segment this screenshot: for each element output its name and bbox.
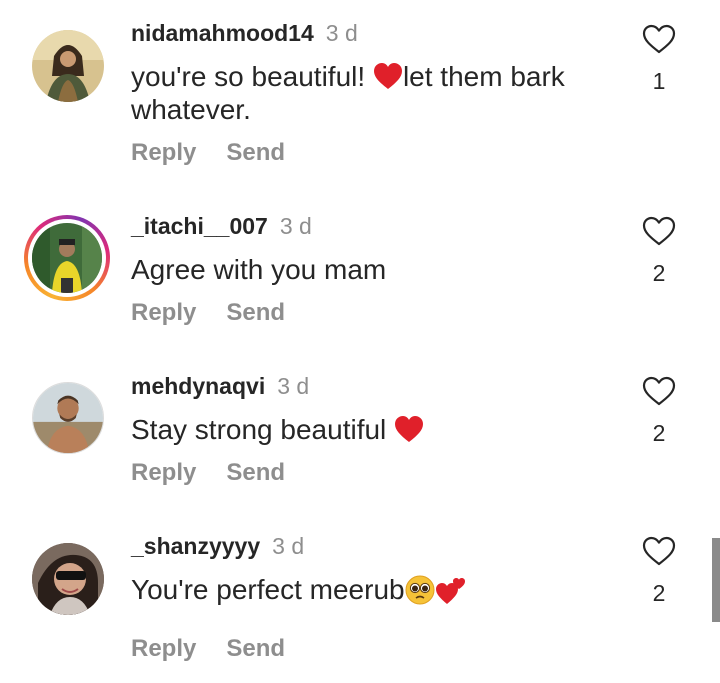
- scrollbar[interactable]: [712, 538, 720, 622]
- heart-outline-icon[interactable]: [642, 216, 676, 246]
- like-count: 2: [652, 420, 666, 446]
- comment-actions: Reply Send: [131, 459, 285, 487]
- heart-outline-icon[interactable]: [642, 536, 676, 566]
- avatar-photo: [33, 383, 103, 453]
- timestamp: 3 d: [279, 213, 312, 239]
- timestamp: 3 d: [325, 20, 358, 46]
- like-count: 2: [652, 580, 666, 606]
- avatar[interactable]: [32, 30, 104, 102]
- username[interactable]: mehdynaqvi: [131, 373, 265, 399]
- red-heart-emoji-icon: [395, 416, 424, 442]
- timestamp: 3 d: [272, 533, 305, 559]
- comment-actions: Reply Send: [131, 139, 285, 167]
- avatar[interactable]: [32, 382, 104, 454]
- username[interactable]: nidamahmood14: [131, 20, 314, 46]
- send-button[interactable]: Send: [226, 299, 285, 326]
- reply-button[interactable]: Reply: [131, 139, 196, 166]
- avatar-photo: [32, 543, 104, 615]
- avatar-photo: [32, 30, 104, 102]
- pleading-face-emoji-icon: [405, 575, 435, 605]
- reply-button[interactable]: Reply: [131, 299, 196, 326]
- comment-text: you're so beautiful! let them bark whate…: [131, 61, 565, 125]
- comment-text: Stay strong beautiful: [131, 413, 601, 446]
- like-count: 1: [652, 68, 666, 94]
- heart-outline-icon[interactable]: [642, 24, 676, 54]
- avatar-photo: [32, 223, 102, 293]
- like-count: 2: [652, 260, 666, 286]
- avatar[interactable]: [32, 543, 104, 615]
- red-heart-emoji-icon: [373, 63, 402, 89]
- reply-button[interactable]: Reply: [131, 459, 196, 486]
- send-button[interactable]: Send: [226, 635, 285, 662]
- comment-text: Agree with you mam: [131, 254, 387, 285]
- comment-actions: Reply Send: [131, 299, 285, 327]
- username[interactable]: _shanzyyyy: [131, 533, 260, 559]
- send-button[interactable]: Send: [226, 459, 285, 486]
- two-hearts-emoji-icon: [435, 578, 465, 604]
- username[interactable]: _itachi__007: [131, 213, 268, 239]
- comment-actions: Reply Send: [131, 635, 285, 663]
- reply-button[interactable]: Reply: [131, 635, 196, 662]
- timestamp: 3 d: [277, 373, 310, 399]
- avatar-story-ring[interactable]: [24, 215, 110, 301]
- send-button[interactable]: Send: [226, 139, 285, 166]
- comment-text: You're perfect meerub: [131, 573, 601, 606]
- heart-outline-icon[interactable]: [642, 376, 676, 406]
